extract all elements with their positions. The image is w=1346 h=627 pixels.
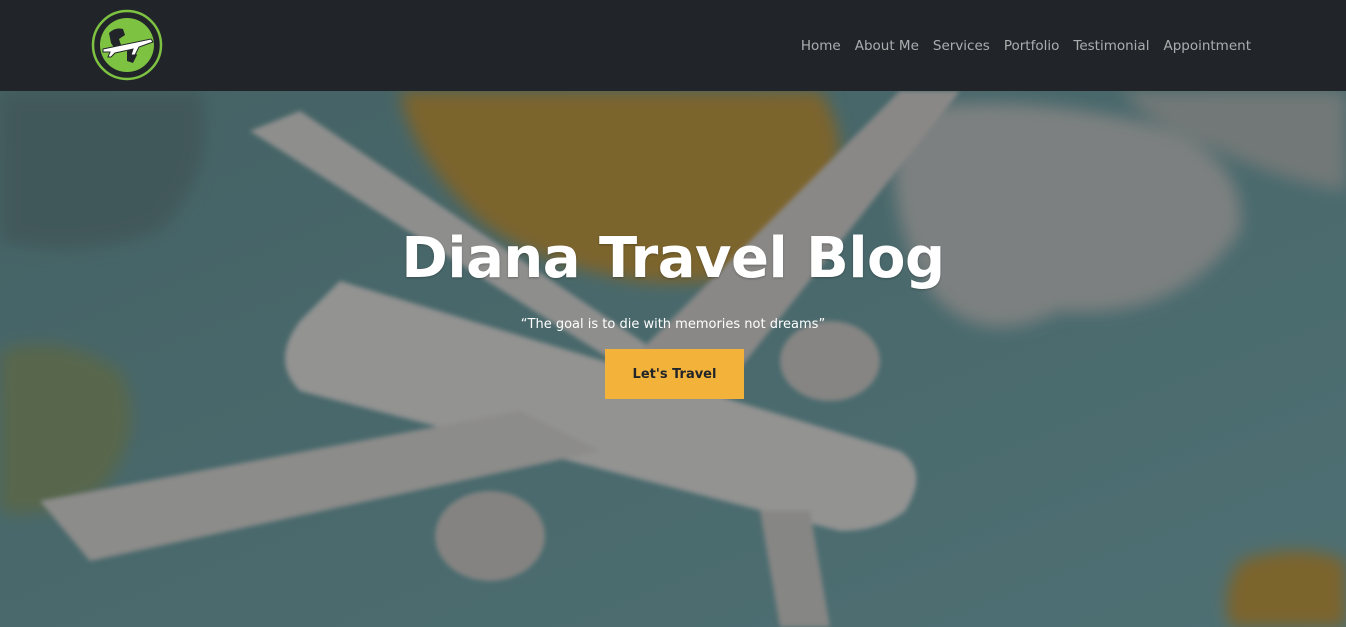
main-nav: Home About Me Services Portfolio Testimo…: [801, 0, 1251, 91]
hero-section: Diana Travel Blog “The goal is to die wi…: [0, 91, 1346, 627]
logo[interactable]: [91, 9, 163, 81]
nav-about-me[interactable]: About Me: [855, 38, 919, 54]
nav-testimonial[interactable]: Testimonial: [1073, 38, 1149, 54]
globe-airplane-icon: [91, 9, 163, 81]
nav-services[interactable]: Services: [933, 38, 990, 54]
hero-title: Diana Travel Blog: [401, 226, 945, 291]
nav-portfolio[interactable]: Portfolio: [1004, 38, 1060, 54]
lets-travel-button[interactable]: Let's Travel: [605, 349, 744, 399]
nav-home[interactable]: Home: [801, 38, 841, 54]
hero-quote: “The goal is to die with memories not dr…: [520, 317, 826, 332]
nav-appointment[interactable]: Appointment: [1163, 38, 1251, 54]
navbar: Home About Me Services Portfolio Testimo…: [0, 0, 1346, 91]
